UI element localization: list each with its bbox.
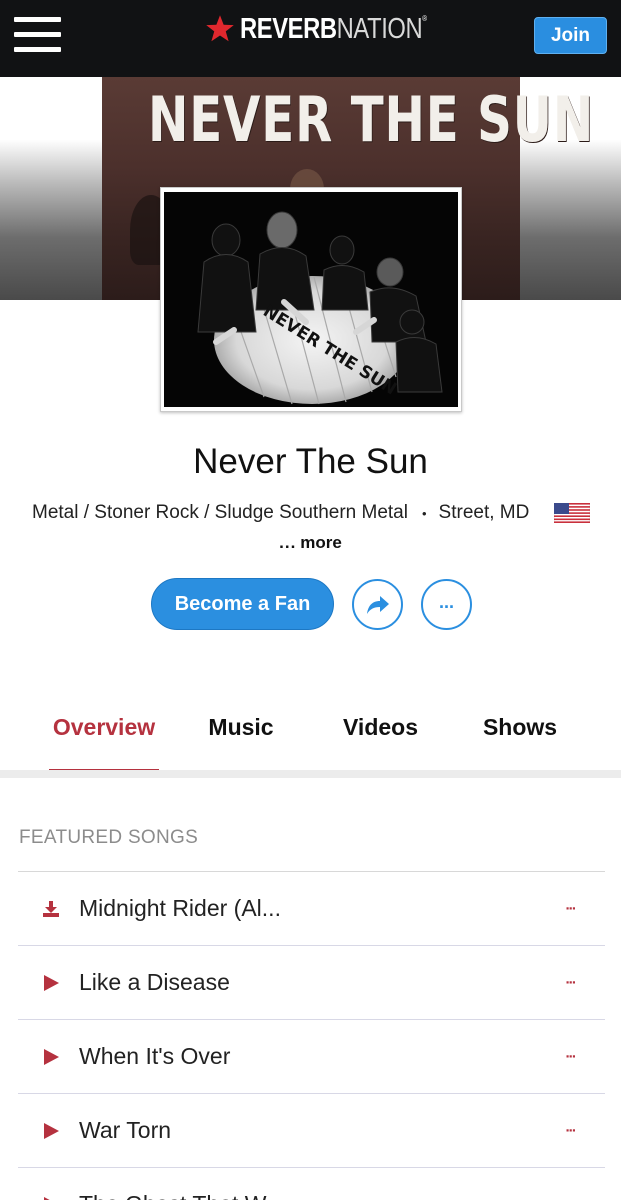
song-row[interactable]: The Ghost That W... ... (18, 1168, 605, 1200)
tab-shows[interactable]: Shows (474, 700, 566, 772)
become-a-fan-button[interactable]: Become a Fan (151, 578, 334, 630)
band-photo-image: NEVER THE SUN (164, 192, 458, 407)
song-more-icon[interactable]: ... (565, 1193, 575, 1200)
artist-name: Never The Sun (193, 442, 428, 481)
tab-music[interactable]: Music (195, 700, 287, 772)
menu-icon[interactable] (14, 17, 61, 53)
tabs-divider (0, 770, 621, 778)
song-title: The Ghost That W... (79, 1190, 284, 1200)
us-flag-icon (554, 503, 590, 523)
artist-genres: Metal / Stoner Rock / Sludge Southern Me… (32, 502, 408, 523)
song-title: Like a Disease (79, 968, 230, 995)
song-title: Midnight Rider (Al... (79, 894, 281, 921)
play-icon[interactable] (42, 1196, 60, 1200)
song-row[interactable]: When It's Over ... (18, 1020, 605, 1094)
song-more-icon[interactable]: ... (565, 971, 575, 986)
play-icon[interactable] (42, 1048, 60, 1066)
song-row[interactable]: Midnight Rider (Al... ... (18, 872, 605, 946)
star-icon (206, 15, 234, 42)
song-more-icon[interactable]: ... (565, 1119, 575, 1134)
play-icon[interactable] (42, 974, 60, 992)
featured-songs-heading: FEATURED SONGS (19, 827, 199, 848)
top-navigation-bar: REVERBNATION® Join (0, 0, 621, 77)
profile-photo: NEVER THE SUN (160, 187, 462, 412)
share-button[interactable] (352, 579, 403, 630)
song-row[interactable]: Like a Disease ... (18, 946, 605, 1020)
profile-tabs: Overview Music Videos Shows (0, 700, 621, 772)
logo-wordmark: REVERBNATION® (240, 12, 427, 45)
song-title: War Torn (79, 1116, 172, 1143)
song-title: When It's Over (79, 1042, 231, 1069)
play-icon[interactable] (42, 1122, 60, 1140)
meta-separator: • (421, 505, 427, 521)
song-more-icon[interactable]: ... (565, 1045, 575, 1060)
share-arrow-icon (366, 595, 389, 614)
join-button[interactable]: Join (534, 17, 607, 54)
tab-overview[interactable]: Overview (49, 700, 159, 772)
banner-band-name: NEVER THE SUN (147, 83, 595, 156)
tab-videos[interactable]: Videos (334, 700, 427, 772)
song-more-icon[interactable]: ... (565, 897, 575, 912)
download-icon[interactable] (42, 900, 60, 918)
reverbnation-logo[interactable]: REVERBNATION® (205, 12, 468, 46)
more-link[interactable]: ... more (0, 533, 621, 553)
song-row[interactable]: War Torn ... (18, 1094, 605, 1168)
artist-location[interactable]: Street, MD (439, 502, 530, 524)
options-button[interactable]: ... (421, 579, 472, 630)
more-horizontal-icon: ... (438, 591, 454, 612)
artist-meta: Metal / Stoner Rock / Sludge Southern Me… (32, 501, 529, 525)
featured-songs-list: Midnight Rider (Al... ... Like a Disease… (18, 871, 605, 1200)
